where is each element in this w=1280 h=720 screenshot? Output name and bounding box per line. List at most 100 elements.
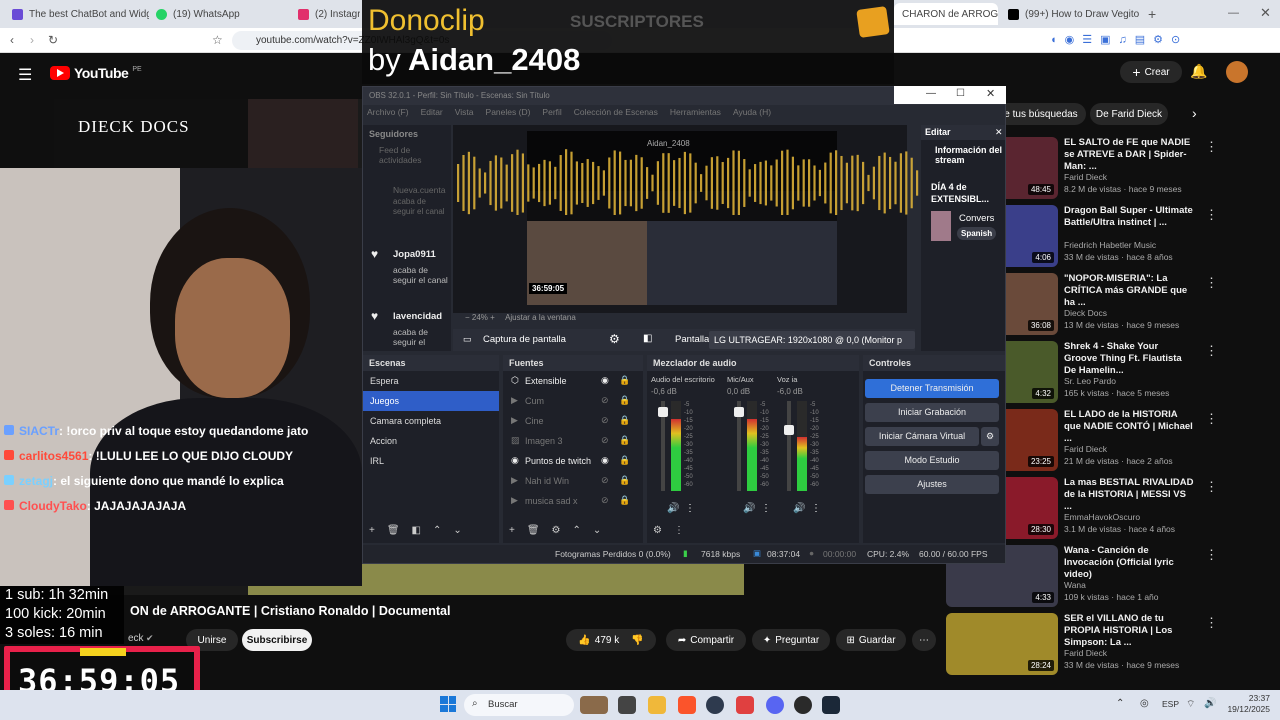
studio-mode-button[interactable]: Modo Estudio [865, 451, 999, 470]
lock-icon[interactable]: 🔒 [619, 455, 630, 466]
audio-settings-icon[interactable]: ⚙ [653, 525, 662, 536]
chevron-right-icon[interactable]: › [1192, 105, 1197, 121]
maximize-icon[interactable]: ☐ [956, 88, 965, 99]
browser-tab-active[interactable]: CHARON de ARROG× [894, 3, 998, 25]
source-item[interactable]: ⬡ Extensible ◉ 🔒 [503, 371, 643, 391]
add-source-icon[interactable]: + [509, 525, 515, 536]
more-options-icon[interactable]: ⋮ [1205, 411, 1218, 427]
notifications-icon[interactable]: 🔔 [1190, 63, 1207, 80]
more-options-icon[interactable]: ⋮ [1205, 479, 1218, 495]
zoom-out-icon[interactable]: − [465, 313, 470, 322]
channel-name[interactable]: eck [128, 633, 144, 644]
avatar[interactable] [1226, 61, 1248, 83]
youtube-logo[interactable]: YouTube PE [50, 65, 142, 81]
chip-farid-dieck[interactable]: De Farid Dieck [1090, 103, 1168, 125]
recommended-channel[interactable]: Friedrich Habetler Music [1064, 240, 1156, 250]
recommended-channel[interactable]: Dieck Docs [1064, 308, 1107, 318]
chip-searches[interactable]: e tus búsquedas [996, 103, 1086, 125]
lock-icon[interactable]: 🔒 [619, 435, 630, 446]
steam-icon[interactable] [822, 696, 840, 714]
menu-dots-icon[interactable]: ⋮ [674, 525, 684, 536]
scene-item[interactable]: Juegos [363, 391, 499, 411]
move-down-icon[interactable]: ⌄ [453, 525, 461, 536]
scene-item[interactable]: Camara completa [363, 411, 499, 431]
obs-preview[interactable]: Aidan_2408 36:59:05 [453, 125, 973, 313]
tray-app-icon[interactable]: ◎ [1140, 698, 1149, 709]
source-item[interactable]: ▶ Cine ⊘ 🔒 [503, 411, 643, 431]
more-actions-icon[interactable]: ⋯ [912, 629, 936, 651]
tray-chevron-icon[interactable]: ⌃ [1116, 698, 1124, 709]
dislike-icon[interactable]: 👎 [631, 635, 643, 646]
new-tab-button[interactable]: + [1148, 6, 1156, 22]
lock-icon[interactable]: 🔒 [619, 475, 630, 486]
source-item[interactable]: ▶ musica sad x ⊘ 🔒 [503, 491, 643, 511]
browser-tab-instagram[interactable]: (2) Instagram [290, 3, 360, 25]
browser-tab-whatsapp[interactable]: (19) WhatsApp [148, 3, 288, 25]
menu-icon[interactable]: ☰ [18, 65, 32, 85]
recommended-channel[interactable]: Farid Dieck [1064, 648, 1107, 658]
hidden-eye-icon[interactable]: ⊘ [601, 495, 609, 506]
volume-slider[interactable] [787, 401, 791, 491]
minimize-icon[interactable]: — [926, 88, 936, 99]
obs-menu-item[interactable]: Colección de Escenas [574, 107, 658, 123]
remove-source-icon[interactable]: 🗑 [527, 525, 540, 536]
close-icon[interactable]: ✕ [986, 87, 995, 100]
obs-menu-item[interactable]: Archivo (F) [367, 107, 409, 123]
stop-streaming-button[interactable]: Detener Transmisión [865, 379, 999, 398]
app-icon[interactable] [794, 696, 812, 714]
channel-menu-icon[interactable]: ⋮ [685, 503, 695, 514]
recommended-title[interactable]: Dragon Ball Super - Ultimate Battle/Ultr… [1064, 205, 1194, 229]
browser-extension-icons[interactable]: ◖◉☰▣♫▤⚙⊙ [1050, 33, 1188, 46]
scene-item[interactable]: IRL [363, 451, 499, 471]
obs-menu-item[interactable]: Herramientas [670, 107, 721, 123]
brave-icon[interactable] [678, 696, 696, 714]
more-options-icon[interactable]: ⋮ [1205, 615, 1218, 631]
recommended-channel[interactable]: Sr. Leo Pardo [1064, 376, 1116, 386]
more-options-icon[interactable]: ⋮ [1205, 139, 1218, 155]
recommended-title[interactable]: La mas BESTIAL RIVALIDAD de la HISTORIA … [1064, 477, 1194, 513]
file-explorer-icon[interactable] [648, 696, 666, 714]
app-icon[interactable] [736, 696, 754, 714]
hidden-eye-icon[interactable]: ⊘ [601, 435, 609, 446]
filters-icon[interactable]: ◧ [643, 333, 652, 344]
obs-menu-item[interactable]: Perfil [542, 107, 561, 123]
hidden-eye-icon[interactable]: ⊘ [601, 415, 609, 426]
browser-tab-vegito[interactable]: (99+) How to Draw Vegito Blu [1000, 3, 1140, 25]
recommended-channel[interactable]: Farid Dieck [1064, 444, 1107, 454]
obs-menu-item[interactable]: Paneles (D) [486, 107, 531, 123]
taskbar-search[interactable]: ⌕ Buscar [464, 694, 574, 716]
recommended-title[interactable]: EL SALTO de FE que NADIE se ATREVE a DAR… [1064, 137, 1194, 173]
more-options-icon[interactable]: ⋮ [1205, 343, 1218, 359]
windows-start-icon[interactable] [440, 696, 456, 712]
zoom-in-icon[interactable]: + [490, 313, 495, 322]
more-options-icon[interactable]: ⋮ [1205, 207, 1218, 223]
visible-eye-icon[interactable]: ◉ [601, 455, 609, 466]
back-icon[interactable]: ‹ [10, 33, 14, 47]
volume-icon[interactable]: 🔊 [1204, 698, 1216, 709]
save-button[interactable]: ⊞ Guardar [836, 629, 906, 651]
add-scene-icon[interactable]: + [369, 525, 375, 536]
scene-item[interactable]: Espera [363, 371, 499, 391]
source-item[interactable]: ▶ Cum ⊘ 🔒 [503, 391, 643, 411]
scene-filters-icon[interactable]: ◧ [412, 525, 421, 536]
discord-icon[interactable] [766, 696, 784, 714]
source-item[interactable]: ▨ Imagen 3 ⊘ 🔒 [503, 431, 643, 451]
obs-menu-item[interactable]: Editar [421, 107, 443, 123]
recommended-channel[interactable]: Wana [1064, 580, 1086, 590]
task-view-icon[interactable] [618, 696, 636, 714]
remove-scene-icon[interactable]: 🗑 [387, 525, 400, 536]
recommended-title[interactable]: Shrek 4 - Shake Your Groove Thing Ft. Fl… [1064, 341, 1194, 377]
obs-menu-item[interactable]: Ayuda (H) [733, 107, 771, 123]
source-settings-icon[interactable]: ⚙ [609, 332, 620, 346]
recommended-channel[interactable]: Farid Dieck [1064, 172, 1107, 182]
move-up-icon[interactable]: ⌃ [573, 525, 581, 536]
recommended-title[interactable]: SER el VILLANO de tu PROPIA HISTORIA | L… [1064, 613, 1194, 649]
screen-select[interactable]: LG ULTRAGEAR: 1920x1080 @ 0,0 (Monitor p [709, 331, 915, 349]
lock-icon[interactable]: 🔒 [619, 375, 630, 386]
bookmark-icon[interactable]: ☆ [212, 33, 223, 47]
recommended-title[interactable]: EL LADO de la HISTORIA que NADIE CONTÓ |… [1064, 409, 1194, 445]
recommended-channel[interactable]: EmmaHavokOscuro [1064, 512, 1140, 522]
start-virtual-camera-button[interactable]: Iniciar Cámara Virtual [865, 427, 979, 446]
channel-menu-icon[interactable]: ⋮ [811, 503, 821, 514]
obs-taskbar-icon[interactable] [706, 696, 724, 714]
